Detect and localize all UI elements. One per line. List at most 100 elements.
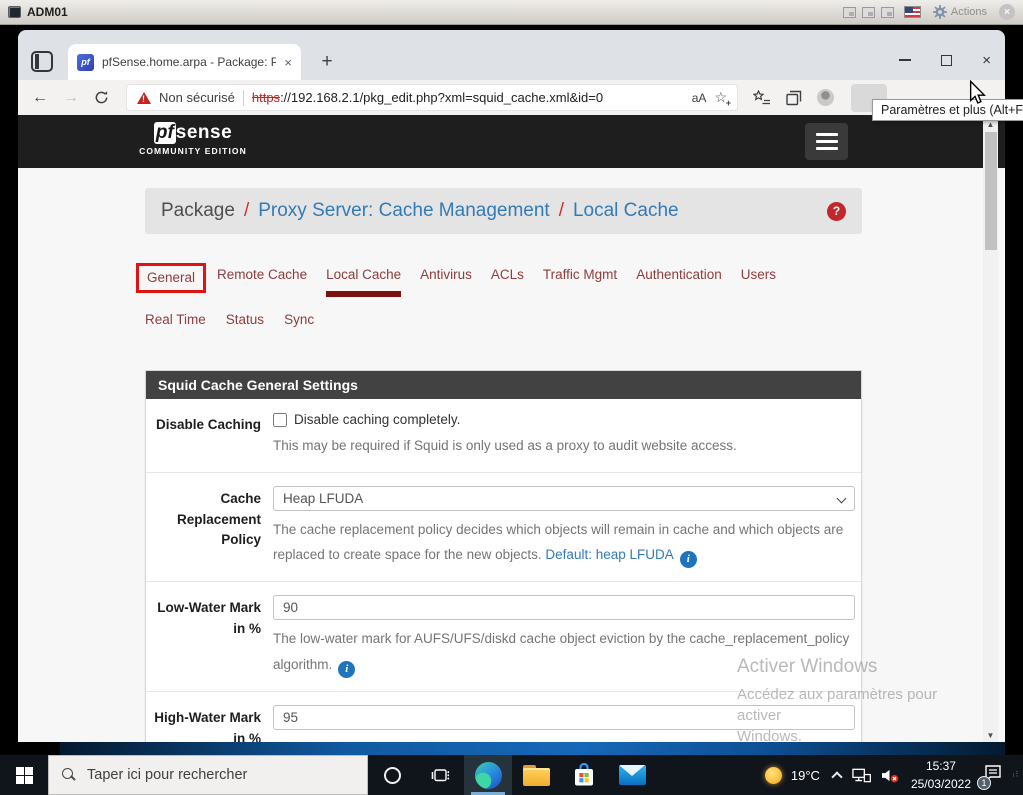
- field-help: The low-water mark for AUFS/UFS/diskd ca…: [273, 626, 855, 678]
- vm-view-button-1[interactable]: [842, 6, 856, 18]
- mouse-cursor: [968, 79, 987, 111]
- breadcrumb-separator: /: [558, 200, 564, 221]
- search-input[interactable]: [87, 767, 327, 783]
- weather-temperature[interactable]: 19°C: [791, 768, 820, 783]
- address-bar[interactable]: Non sécurisé https://192.168.2.1/pkg_edi…: [126, 84, 738, 111]
- row-high-water-mark: High-Water Mark in % The high-water mark…: [146, 690, 861, 742]
- cortana-button[interactable]: [368, 755, 416, 795]
- store-icon: [575, 763, 593, 786]
- pfsense-logo-pf: pf: [153, 122, 176, 144]
- back-button[interactable]: ←: [32, 89, 48, 107]
- gear-icon: [932, 5, 947, 19]
- vm-actions-label: Actions: [950, 6, 987, 18]
- add-favorite-icon[interactable]: ☆: [714, 89, 730, 108]
- hamburger-menu-button[interactable]: [805, 123, 848, 160]
- vm-titlebar: ADM01 Actions ×: [0, 0, 1023, 25]
- show-desktop-button[interactable]: ⋮: [1013, 772, 1021, 778]
- info-icon[interactable]: i: [338, 660, 356, 678]
- start-button[interactable]: [0, 755, 48, 795]
- vm-close-button[interactable]: ×: [999, 4, 1015, 20]
- pfsense-favicon: pf: [77, 53, 94, 71]
- tab-real-time[interactable]: Real Time: [145, 312, 206, 336]
- browser-tab-title: pfSense.home.arpa - Package: Pr: [102, 55, 277, 69]
- settings-panel: Squid Cache General Settings Disable Cac…: [145, 370, 862, 742]
- task-view-button[interactable]: [416, 755, 464, 795]
- pfsense-logo-subtitle: COMMUNITY EDITION: [139, 146, 247, 156]
- high-water-mark-input[interactable]: [273, 704, 855, 730]
- vm-view-button-3[interactable]: [880, 6, 894, 18]
- window-controls: ×: [899, 48, 991, 72]
- favorites-hub-icon[interactable]: [753, 89, 771, 106]
- file-explorer-button[interactable]: [512, 755, 560, 795]
- default-value-link[interactable]: Default: heap LFUDA: [545, 547, 673, 562]
- vm-view-button-2[interactable]: [861, 6, 875, 18]
- package-tabs-row1: General Remote Cache Local Cache Antivir…: [136, 263, 862, 297]
- scroll-down-arrow[interactable]: ▼: [983, 728, 998, 742]
- info-icon[interactable]: i: [679, 551, 697, 569]
- security-warning-icon[interactable]: [137, 91, 151, 104]
- system-tray: 19°C 15:37 25/03/2022 1 ⋮: [764, 755, 1023, 795]
- page-scrollbar[interactable]: ▲ ▼: [983, 117, 998, 742]
- low-water-mark-input[interactable]: [273, 595, 855, 621]
- new-tab-button[interactable]: +: [315, 50, 339, 74]
- tab-remote-cache[interactable]: Remote Cache: [217, 267, 307, 291]
- weather-sun-icon[interactable]: [764, 766, 782, 784]
- action-center-button[interactable]: 1: [977, 764, 1002, 790]
- forward-button[interactable]: →: [63, 89, 79, 107]
- tab-general[interactable]: General: [136, 263, 207, 293]
- tab-actions-menu-button[interactable]: [31, 51, 53, 72]
- scrollbar-thumb[interactable]: [984, 132, 997, 250]
- addressbar-divider: [242, 89, 244, 106]
- tab-users[interactable]: Users: [741, 267, 776, 291]
- mail-icon: [618, 765, 646, 785]
- folder-icon: [522, 764, 550, 786]
- minimize-button[interactable]: [899, 59, 912, 61]
- tab-acls[interactable]: ACLs: [491, 267, 524, 291]
- tab-antivirus[interactable]: Antivirus: [420, 267, 472, 291]
- help-icon[interactable]: ?: [827, 201, 846, 221]
- profile-avatar[interactable]: [817, 89, 834, 106]
- tray-overflow-chevron[interactable]: [831, 770, 843, 783]
- pfsense-header: pf sense COMMUNITY EDITION: [18, 115, 1005, 168]
- tab-traffic-mgmt[interactable]: Traffic Mgmt: [543, 267, 617, 291]
- vm-actions-button[interactable]: Actions: [932, 5, 987, 19]
- network-icon[interactable]: [852, 768, 871, 783]
- keyboard-layout-flag-icon[interactable]: [903, 6, 921, 18]
- pfsense-page: Package / Proxy Server: Cache Management…: [18, 168, 983, 742]
- url-text[interactable]: https://192.168.2.1/pkg_edit.php?xml=squ…: [252, 90, 684, 105]
- cache-replacement-policy-select[interactable]: Heap LFUDA: [273, 485, 855, 511]
- url-rest: ://192.168.2.1/pkg_edit.php?xml=squid_ca…: [280, 90, 604, 105]
- field-label: Low-Water Mark in %: [157, 600, 261, 637]
- field-help: This may be required if Squid is only us…: [273, 438, 737, 453]
- help-text: The high-water mark for AUFS/UFS/diskd c…: [273, 741, 855, 742]
- breadcrumb-link-local-cache[interactable]: Local Cache: [573, 200, 679, 222]
- browser-tab[interactable]: pf pfSense.home.arpa - Package: Pr ×: [68, 44, 301, 80]
- settings-tooltip: Paramètres et plus (Alt+F): [872, 99, 1023, 121]
- breadcrumb-separator: /: [243, 200, 250, 221]
- clock-time: 15:37: [925, 759, 956, 773]
- mail-button[interactable]: [608, 755, 656, 795]
- disable-caching-checkbox[interactable]: [273, 412, 287, 427]
- tab-authentication[interactable]: Authentication: [636, 267, 722, 291]
- translate-icon[interactable]: aA: [692, 91, 707, 105]
- volume-muted-icon[interactable]: [880, 768, 899, 783]
- field-label: High-Water Mark in %: [154, 709, 261, 742]
- maximize-button[interactable]: [941, 54, 953, 66]
- breadcrumb-link-cache-management[interactable]: Proxy Server: Cache Management: [258, 200, 549, 222]
- collections-icon[interactable]: [786, 90, 802, 106]
- vm-window-title: ADM01: [27, 5, 68, 19]
- tab-local-cache[interactable]: Local Cache: [326, 267, 402, 297]
- close-button[interactable]: ×: [982, 53, 991, 68]
- task-view-icon: [431, 768, 449, 781]
- help-text: The low-water mark for AUFS/UFS/diskd ca…: [273, 631, 850, 672]
- tab-close-icon[interactable]: ×: [284, 55, 292, 70]
- edge-taskbar-button[interactable]: [464, 755, 512, 795]
- browser-tabstrip: pf pfSense.home.arpa - Package: Pr × + ×: [18, 30, 1005, 80]
- taskbar-clock[interactable]: 15:37 25/03/2022: [911, 757, 971, 793]
- microsoft-store-button[interactable]: [560, 755, 608, 795]
- tab-status[interactable]: Status: [226, 312, 264, 336]
- pfsense-logo[interactable]: pf sense COMMUNITY EDITION: [135, 122, 251, 156]
- tab-sync[interactable]: Sync: [284, 312, 314, 336]
- taskbar-search[interactable]: [48, 755, 368, 795]
- refresh-button[interactable]: [94, 90, 109, 105]
